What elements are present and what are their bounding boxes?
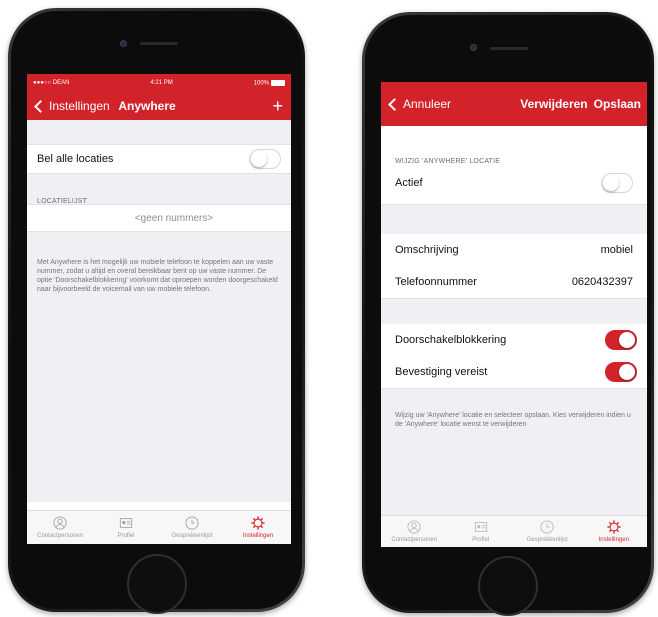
omschrijving-value[interactable]: mobiel (601, 244, 633, 256)
omschrijving-label: Omschrijving (395, 244, 459, 256)
navigation-bar: Instellingen Anywhere + (27, 92, 291, 120)
tab-instellingen[interactable]: Instellingen (581, 516, 648, 547)
info-section: Met Anywhere is het mogelijk uw mobiele … (27, 232, 291, 502)
tab-label: Contactpersonen (37, 533, 83, 539)
locatielijst-header: LOCATIELIJST (37, 198, 88, 205)
chevron-left-icon (34, 99, 47, 113)
back-button[interactable]: Instellingen (33, 99, 110, 113)
screen-wijzig-locatie: Annuleer Verwijderen Opslaan WIJZIG 'ANY… (381, 82, 647, 547)
tab-instellingen[interactable]: Instellingen (225, 511, 291, 544)
tab-bar: Contactpersonen Profiel Gesprekkenlijst … (27, 510, 291, 544)
bevestiging-toggle[interactable] (605, 362, 637, 382)
section-spacer (381, 204, 647, 234)
section-header: WIJZIG 'ANYWHERE' LOCATIE (395, 158, 501, 165)
tab-profiel[interactable]: Profiel (93, 511, 159, 544)
tab-label: Gesprekkenlijst (526, 537, 568, 543)
earpiece-speaker (140, 42, 178, 45)
clock-icon (185, 516, 199, 530)
tab-profiel[interactable]: Profiel (448, 516, 515, 547)
telefoonnummer-label: Telefoonnummer (395, 276, 477, 288)
front-camera (120, 40, 127, 47)
anywhere-info-text: Met Anywhere is het mogelijk uw mobiele … (37, 259, 278, 293)
tab-contactpersonen[interactable]: Contactpersonen (381, 516, 448, 547)
navigation-bar: Annuleer Verwijderen Opslaan (381, 82, 647, 126)
clock-label: 4:21 PM (150, 80, 173, 86)
page-title: Anywhere (118, 99, 176, 113)
tab-gesprekkenlijst[interactable]: Gesprekkenlijst (514, 516, 581, 547)
actief-row: Actief (381, 168, 647, 198)
section-spacer (27, 120, 291, 144)
tab-gesprekkenlijst[interactable]: Gesprekkenlijst (159, 511, 225, 544)
stage: ●●●○○ DEAN 4:21 PM 100% Instellingen Any… (0, 0, 658, 617)
home-button[interactable] (478, 556, 538, 616)
tab-label: Profiel (472, 537, 490, 543)
doorschakelblokkering-row: Doorschakelblokkering (381, 324, 647, 356)
actief-toggle[interactable] (601, 173, 633, 193)
gear-icon (251, 516, 265, 530)
telefoonnummer-value[interactable]: 0620432397 (572, 276, 633, 288)
help-text: Wijzig uw 'Anywhere' locatie en selectee… (395, 412, 631, 428)
tab-bar: Contactpersonen Profiel Gesprekkenlijst … (381, 515, 647, 547)
home-button[interactable] (127, 554, 187, 614)
empty-list-text: <geen nummers> (134, 212, 214, 224)
add-location-button[interactable]: + (272, 97, 283, 115)
tab-label: Contactpersonen (391, 537, 438, 543)
battery-indicator: 100% (253, 79, 285, 87)
annuleer-button[interactable]: Annuleer (387, 97, 451, 111)
bel-alle-locaties-toggle[interactable] (249, 149, 281, 169)
earpiece-speaker (490, 47, 528, 50)
bel-alle-locaties-row: Bel alle locaties (27, 144, 291, 174)
person-icon (407, 520, 421, 534)
verwijderen-button[interactable]: Verwijderen (520, 97, 587, 111)
tab-label: Gesprekkenlijst (171, 533, 213, 539)
chevron-left-icon (388, 97, 401, 111)
carrier-label: ●●●○○ DEAN (33, 80, 70, 86)
bevestiging-label: Bevestiging vereist (395, 366, 488, 378)
doorschakelblokkering-toggle[interactable] (605, 330, 637, 350)
opslaan-button[interactable]: Opslaan (594, 97, 641, 111)
doorschakelblokkering-label: Doorschakelblokkering (395, 334, 507, 346)
clock-icon (540, 520, 554, 534)
tab-label: Instellingen (598, 537, 629, 543)
telefoonnummer-row[interactable]: Telefoonnummer 0620432397 (381, 266, 647, 298)
tab-label: Profiel (117, 533, 135, 539)
section-spacer (381, 298, 647, 324)
front-camera (470, 44, 477, 51)
tab-contactpersonen[interactable]: Contactpersonen (27, 511, 93, 544)
locatielijst-header-area: LOCATIELIJST (27, 174, 291, 205)
empty-list-row: <geen nummers> (27, 204, 291, 232)
screen-anywhere: ●●●○○ DEAN 4:21 PM 100% Instellingen Any… (27, 74, 291, 544)
nav-actions: Verwijderen Opslaan (520, 97, 641, 111)
person-icon (53, 516, 67, 530)
battery-label: 100% (253, 80, 269, 87)
omschrijving-row[interactable]: Omschrijving mobiel (381, 234, 647, 266)
bel-alle-locaties-label: Bel alle locaties (37, 153, 114, 165)
actief-label: Actief (395, 177, 423, 189)
back-label: Instellingen (49, 99, 110, 113)
id-card-icon (474, 522, 487, 532)
gear-icon (607, 520, 621, 534)
battery-icon (271, 79, 285, 86)
tab-label: Instellingen (242, 533, 274, 539)
id-card-icon (119, 518, 133, 528)
section-header-area: WIJZIG 'ANYWHERE' LOCATIE (381, 126, 647, 168)
bevestiging-row: Bevestiging vereist (381, 356, 647, 388)
status-bar: ●●●○○ DEAN 4:21 PM 100% (27, 74, 291, 92)
annuleer-label: Annuleer (403, 97, 452, 111)
